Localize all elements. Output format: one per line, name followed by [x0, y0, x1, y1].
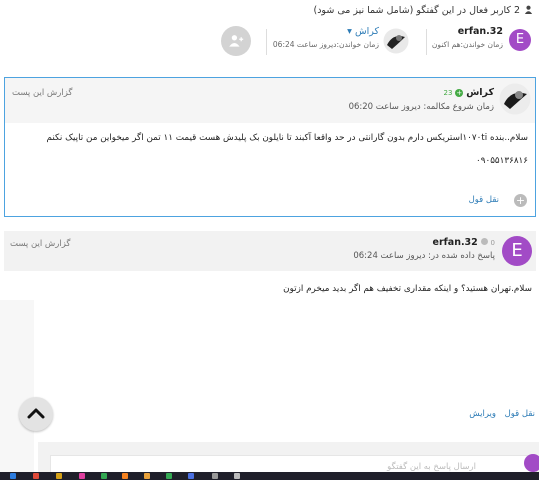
report-post-link[interactable]: گزارش این پست	[10, 239, 70, 249]
app-icon[interactable]	[33, 473, 39, 479]
reply-placeholder: ارسال پاسخ به این گفتگو	[387, 462, 476, 472]
scroll-to-top-button[interactable]	[19, 397, 53, 431]
active-users-row: E erfan.32 زمان خواندن:هم اکنون کراش ▾ ز…	[0, 24, 539, 60]
post-header	[5, 78, 535, 123]
app-icon[interactable]	[212, 473, 218, 479]
add-user-icon	[229, 35, 244, 47]
reputation-count: 0	[490, 239, 495, 247]
user-name[interactable]: کراش	[355, 26, 379, 37]
reputation-plus-icon: +	[455, 89, 464, 97]
avatar[interactable]	[383, 28, 409, 54]
avatar[interactable]: E	[502, 236, 532, 266]
active-users-line: 2 کاربر فعال در این گفتگو (شامل شما نیز …	[314, 5, 534, 16]
active-user-crash[interactable]: کراش ▾ زمان خواندن:دیروز ساعت 06:24	[273, 26, 379, 49]
chrome-icon[interactable]	[166, 473, 172, 479]
quote-button[interactable]: نقل قول	[469, 195, 499, 205]
spotify-icon[interactable]	[101, 473, 107, 479]
chevron-down-icon[interactable]: ▾	[347, 26, 352, 37]
active-users-text: 2 کاربر فعال در این گفتگو (شامل شما نیز …	[313, 5, 521, 16]
app-icon[interactable]	[234, 473, 240, 479]
post-body: سلام..بنده ۱۰۷۰tiاستریکس دارم بدون گاران…	[46, 133, 528, 143]
post-meta: پاسخ داده شده در: دیروز ساعت 06:24	[353, 251, 495, 261]
app-icon[interactable]	[188, 473, 194, 479]
post-author-line: کراش + 23	[444, 87, 494, 98]
user-read-time: زمان خواندن:هم اکنون	[431, 40, 503, 49]
divider	[266, 29, 267, 55]
user-icon	[524, 5, 533, 14]
post-body: سلام.تهران هستید؟ و اینکه مقداری تخفیف ه…	[283, 284, 532, 294]
post-meta: زمان شروع مکالمه: دیروز ساعت 06:20	[348, 102, 494, 112]
chevron-up-icon	[27, 408, 45, 419]
add-user-button[interactable]	[221, 26, 251, 56]
reputation-count: 23	[443, 89, 453, 97]
post-author[interactable]: کراش	[466, 87, 494, 98]
post-author-line: erfan.32 0	[433, 237, 495, 248]
avatar[interactable]: E	[509, 29, 531, 51]
divider	[426, 29, 427, 55]
avatar[interactable]	[499, 83, 531, 115]
online-status-icon	[480, 238, 488, 245]
app-icon[interactable]	[79, 473, 85, 479]
avatar	[524, 454, 539, 472]
post: کراش + 23 زمان شروع مکالمه: دیروز ساعت 0…	[4, 77, 536, 217]
folder-icon[interactable]	[56, 473, 62, 479]
app-icon[interactable]	[144, 473, 150, 479]
report-post-link[interactable]: گزارش این پست	[12, 88, 72, 98]
user-read-time: زمان خواندن:دیروز ساعت 06:24	[272, 40, 379, 49]
app-icon[interactable]	[122, 473, 128, 479]
post-header: E erfan.32 0 پاسخ داده شده در: دیروز ساع…	[4, 231, 536, 271]
taskbar	[0, 472, 539, 480]
user-name[interactable]: erfan.32	[432, 26, 503, 37]
post-phone: ۰۹۰۵۵۱۳۶۸۱۶	[476, 156, 528, 166]
side-panel	[0, 300, 34, 472]
edit-button[interactable]: ویرایش	[469, 409, 496, 419]
quote-button[interactable]: نقل قول	[505, 409, 535, 419]
plus-icon[interactable]: +	[514, 194, 527, 207]
post-author[interactable]: erfan.32	[433, 237, 478, 248]
active-user-erfan[interactable]: erfan.32 زمان خواندن:هم اکنون	[432, 26, 503, 49]
windows-icon[interactable]	[10, 473, 16, 479]
